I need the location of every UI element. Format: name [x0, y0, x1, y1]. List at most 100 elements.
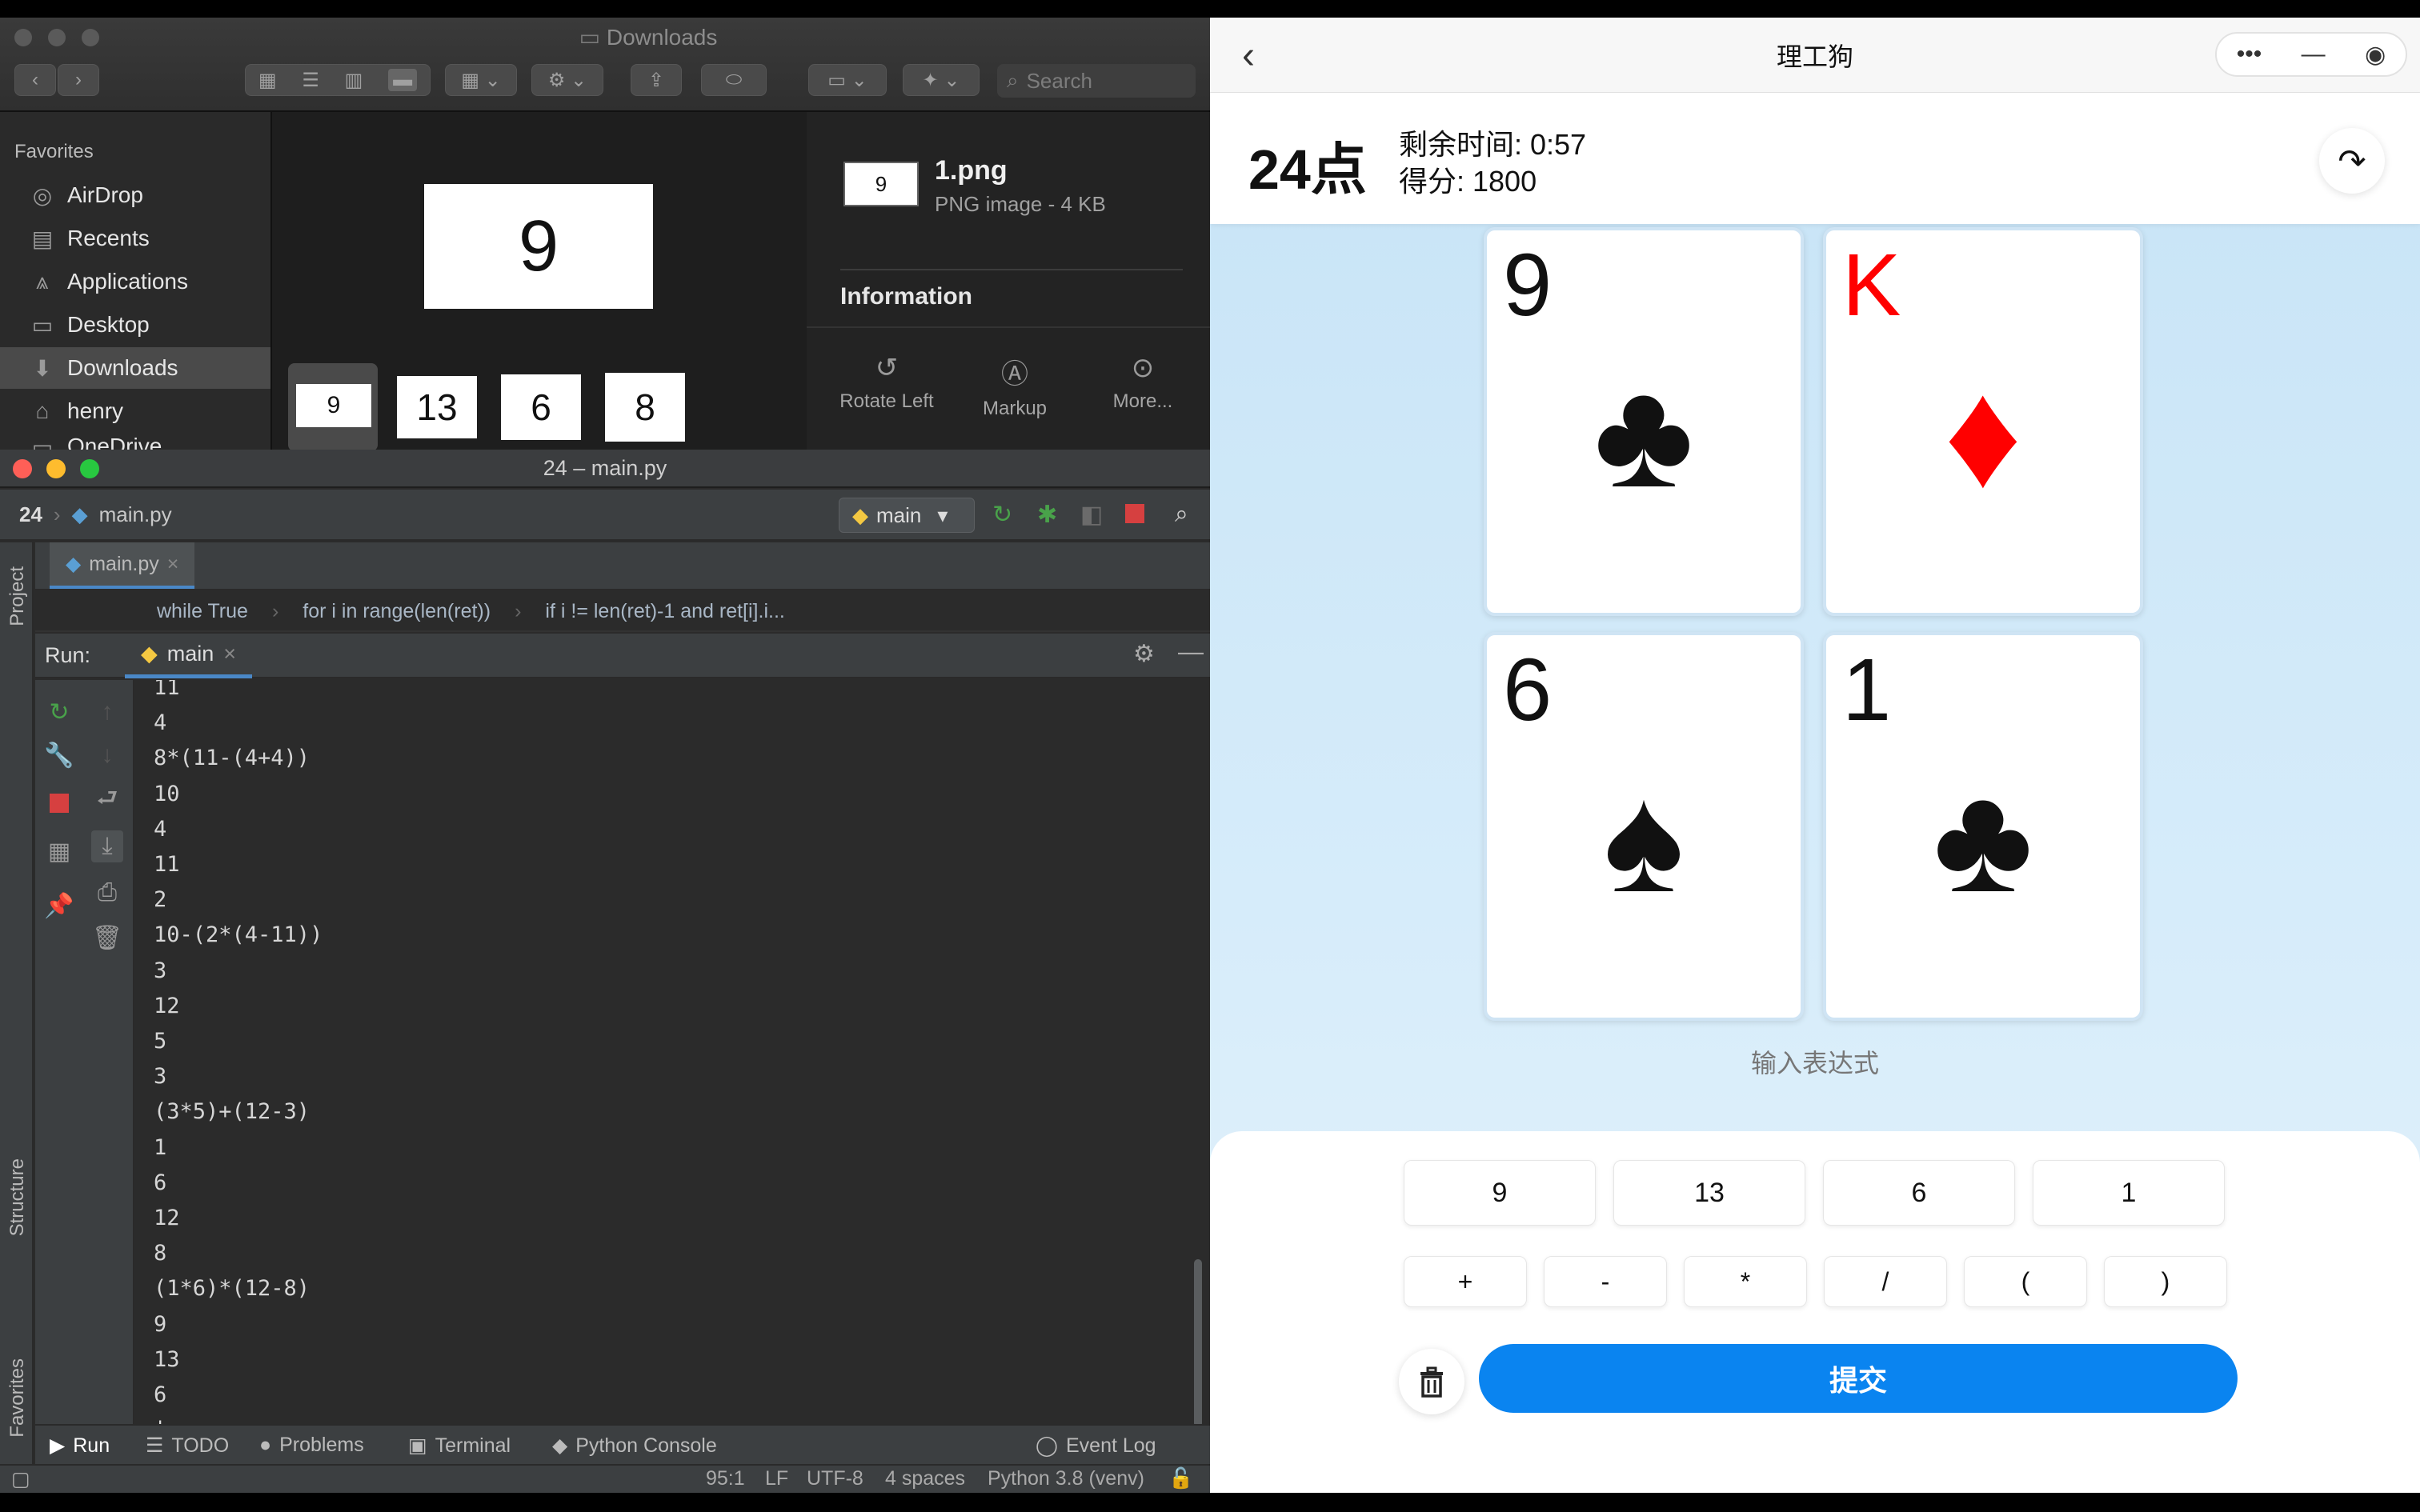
debug-icon[interactable]: ✱ — [1037, 501, 1057, 529]
code-crumb[interactable]: while True — [157, 600, 248, 623]
share-button[interactable]: ⇪ — [631, 64, 682, 96]
pin-icon[interactable]: 📌 — [43, 890, 75, 922]
tool-tab-label: Terminal — [435, 1434, 511, 1457]
project-tool-tab[interactable]: Project — [6, 566, 29, 626]
code-crumb[interactable]: if i != len(ret)-1 and ret[i].i... — [545, 600, 784, 623]
rotate-left-button[interactable]: ↺ Rotate Left — [823, 352, 951, 413]
console-output[interactable]: 11 4 8*(11-(4+4)) 10 4 11 2 10-(2*(4-11)) 3 12 5 3(… — [136, 680, 1192, 1464]
todo-tool-tab[interactable]: ☰ TODO — [146, 1434, 229, 1458]
structure-tool-tab[interactable]: Structure — [6, 1158, 29, 1236]
sidebar-item-applications[interactable]: ⩓ Applications — [0, 261, 270, 302]
more-button[interactable]: ⊙ More... — [1079, 352, 1207, 413]
hide-icon[interactable]: — — [1178, 637, 1204, 666]
gallery-view-icon[interactable]: ▬ — [388, 69, 418, 91]
close-target-icon[interactable]: ◉ — [2365, 41, 2386, 69]
caret-position[interactable]: 95:1 — [706, 1467, 745, 1490]
thumbnail-2[interactable]: 13 — [397, 376, 477, 438]
card-1[interactable]: 9 ♣ — [1484, 227, 1804, 616]
clear-button[interactable] — [1399, 1349, 1464, 1414]
action-button[interactable]: ⚙ ⌄ — [531, 64, 603, 96]
back-button[interactable]: ‹ — [14, 64, 56, 96]
code-crumb[interactable]: for i in range(len(ret)) — [302, 600, 491, 623]
run-tool-tab[interactable]: ▶ Run — [50, 1434, 110, 1458]
number-key[interactable]: 6 — [1823, 1160, 2015, 1226]
indent-setting[interactable]: 4 spaces — [885, 1467, 965, 1490]
card-rank: K — [1842, 236, 1901, 334]
submit-button[interactable]: 提交 — [1479, 1344, 2238, 1413]
rerun-icon[interactable]: ↻ — [43, 696, 75, 728]
gear-icon[interactable]: ⚙ — [1133, 640, 1155, 668]
expression-input[interactable]: 输入表达式 — [1210, 1043, 2420, 1080]
sidebar-item-downloads[interactable]: ⬇ Downloads — [0, 347, 270, 389]
dropbox-button[interactable]: ▭ ⌄ — [808, 64, 887, 96]
python-interpreter[interactable]: Python 3.8 (venv) — [988, 1467, 1144, 1490]
operator-key-open-paren[interactable]: ( — [1964, 1256, 2087, 1307]
card-3[interactable]: 6 ♠ — [1484, 632, 1804, 1021]
favorites-tool-tab[interactable]: Favorites — [6, 1358, 29, 1438]
search-field[interactable]: ⌕ Search — [997, 64, 1196, 98]
column-view-icon[interactable]: ▥ — [345, 69, 363, 92]
stop-icon[interactable] — [43, 787, 75, 819]
coverage-icon[interactable]: ◧ — [1080, 501, 1103, 529]
rerun-icon[interactable]: ↻ — [992, 501, 1012, 529]
stop-icon[interactable] — [1125, 504, 1144, 523]
icon-view-icon[interactable]: ▦ — [258, 69, 277, 92]
group-button[interactable]: ▦ ⌄ — [445, 64, 517, 96]
terminal-tool-tab[interactable]: ▣ Terminal — [408, 1434, 511, 1458]
operator-key-divide[interactable]: / — [1824, 1256, 1947, 1307]
soft-wrap-icon[interactable]: ⮐ — [91, 784, 123, 816]
run-tab-main[interactable]: ◆ main × — [125, 634, 253, 678]
search-icon[interactable]: ⌕ — [1175, 501, 1188, 528]
line-separator[interactable]: LF — [765, 1467, 788, 1490]
console-scrollbar[interactable] — [1194, 1259, 1202, 1427]
breadcrumb-project[interactable]: 24 — [19, 502, 42, 527]
minimize-button[interactable] — [48, 29, 66, 46]
trash-icon[interactable]: 🗑 — [91, 922, 123, 954]
thumbnail-3[interactable]: 6 — [501, 374, 581, 440]
scroll-to-end-icon[interactable]: ⤓ — [91, 830, 123, 862]
card-2[interactable]: K ♦ — [1823, 227, 2143, 616]
tag-button[interactable]: ⬭ — [701, 64, 767, 96]
operator-key-multiply[interactable]: * — [1684, 1256, 1807, 1307]
down-arrow-icon[interactable]: ↓ — [91, 739, 123, 771]
more-icon[interactable]: ••• — [2237, 41, 2262, 68]
python-console-tool-tab[interactable]: ◆ Python Console — [552, 1434, 717, 1458]
minimize-icon[interactable]: — — [2302, 41, 2326, 68]
number-key[interactable]: 13 — [1613, 1160, 1805, 1226]
lock-icon[interactable]: 🔓 — [1168, 1467, 1193, 1490]
breadcrumb-file[interactable]: main.py — [99, 502, 172, 527]
operator-key-minus[interactable]: - — [1544, 1256, 1667, 1307]
list-view-icon[interactable]: ☰ — [302, 69, 319, 92]
refresh-button[interactable]: ↷ — [2319, 128, 2385, 194]
file-encoding[interactable]: UTF-8 — [807, 1467, 863, 1490]
event-log-tool-tab[interactable]: ◯ Event Log — [1036, 1434, 1156, 1458]
number-key[interactable]: 1 — [2033, 1160, 2225, 1226]
close-icon[interactable]: × — [223, 642, 236, 666]
view-mode-group[interactable]: ▦ ☰ ▥ ▬ — [245, 64, 431, 96]
extension-button[interactable]: ✦ ⌄ — [903, 64, 980, 96]
forward-button[interactable]: › — [58, 64, 99, 96]
run-configuration-select[interactable]: ◆ main ▾ — [839, 498, 975, 533]
number-key[interactable]: 9 — [1404, 1160, 1596, 1226]
close-button[interactable] — [14, 29, 32, 46]
layout-icon[interactable]: ▦ — [43, 835, 75, 867]
markup-button[interactable]: Ⓐ Markup — [951, 352, 1079, 420]
problems-tool-tab[interactable]: ● Problems — [259, 1434, 364, 1457]
print-icon[interactable]: ⎙ — [91, 877, 123, 909]
up-arrow-icon[interactable]: ↑ — [91, 696, 123, 728]
tab-main-py[interactable]: ◆ main.py × — [50, 542, 195, 589]
sidebar-item-onedrive[interactable]: ▭ OneDrive — [0, 434, 270, 450]
wrench-icon[interactable]: 🔧 — [43, 739, 75, 771]
close-icon[interactable]: × — [167, 553, 179, 576]
sidebar-item-airdrop[interactable]: ◎ AirDrop — [0, 174, 270, 216]
sidebar-item-desktop[interactable]: ▭ Desktop — [0, 304, 270, 346]
operator-key-close-paren[interactable]: ) — [2104, 1256, 2227, 1307]
operator-key-plus[interactable]: + — [1404, 1256, 1527, 1307]
zoom-button[interactable] — [82, 29, 99, 46]
thumbnail-1[interactable]: 9 — [296, 384, 371, 427]
panel-toggle-icon[interactable]: ▢ — [11, 1467, 30, 1491]
card-4[interactable]: 1 ♣ — [1823, 632, 2143, 1021]
sidebar-item-recents[interactable]: ▤ Recents — [0, 218, 270, 259]
thumbnail-4[interactable]: 8 — [605, 373, 685, 442]
sidebar-item-henry[interactable]: ⌂ henry — [0, 390, 270, 432]
